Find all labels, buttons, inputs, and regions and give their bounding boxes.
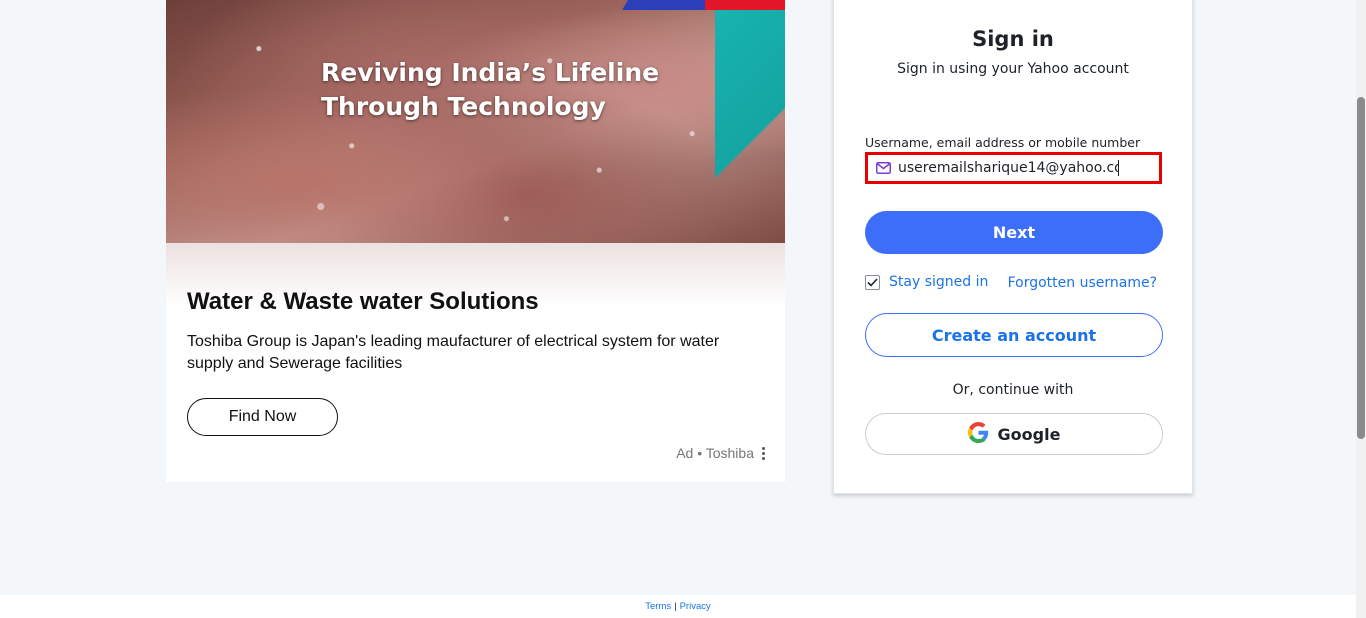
- footer: Terms | Privacy: [0, 595, 1356, 618]
- ad-sponsor-label: Ad • Toshiba: [676, 445, 754, 461]
- page-scrollbar[interactable]: [1356, 0, 1366, 618]
- ad-image-caption: Reviving India’s Lifeline Through Techno…: [321, 56, 659, 124]
- username-field[interactable]: [865, 152, 1162, 184]
- signin-title: Sign in: [972, 27, 1054, 51]
- teal-corner-decoration: [715, 10, 785, 243]
- username-input[interactable]: [898, 160, 1118, 176]
- forgot-username-link[interactable]: Forgotten username?: [1008, 275, 1157, 291]
- stay-signed-in-label[interactable]: Stay signed in: [889, 274, 988, 290]
- ad-image-caption-line2: Through Technology: [321, 92, 606, 121]
- footer-separator: |: [674, 601, 677, 612]
- privacy-link[interactable]: Privacy: [680, 601, 711, 612]
- ad-image-caption-line1: Reviving India’s Lifeline: [321, 58, 660, 87]
- mail-icon: [868, 162, 898, 174]
- stay-signed-in-toggle[interactable]: Stay signed in: [865, 274, 988, 290]
- ad-description: Toshiba Group is Japan's leading maufact…: [187, 333, 720, 372]
- username-field-label: Username, email address or mobile number: [865, 135, 1141, 150]
- find-now-button[interactable]: Find Now: [187, 398, 338, 436]
- google-logo-icon: [967, 421, 989, 447]
- continue-with-text: Or, continue with: [952, 382, 1074, 398]
- ad-image[interactable]: Reviving India’s Lifeline Through Techno…: [166, 0, 785, 243]
- blue-stripe-decoration: [622, 0, 718, 10]
- ad-card[interactable]: Reviving India’s Lifeline Through Techno…: [166, 0, 785, 482]
- next-button[interactable]: Next: [865, 211, 1163, 254]
- scrollbar-thumb[interactable]: [1357, 97, 1365, 439]
- google-button-label: Google: [997, 424, 1061, 444]
- google-signin-button[interactable]: Google: [865, 413, 1163, 455]
- signin-subtitle: Sign in using your Yahoo account: [897, 61, 1129, 77]
- check-icon: [867, 277, 878, 287]
- kebab-menu-icon[interactable]: [760, 446, 767, 460]
- stay-signed-in-checkbox[interactable]: [865, 274, 880, 290]
- create-account-button[interactable]: Create an account: [865, 313, 1163, 357]
- ad-headline[interactable]: Water & Waste water Solutions: [187, 288, 539, 316]
- signin-card: Sign in Sign in using your Yahoo account…: [833, 0, 1193, 494]
- ad-meta: Ad • Toshiba: [676, 445, 767, 461]
- text-caret: [1118, 160, 1119, 176]
- terms-link[interactable]: Terms: [645, 601, 671, 612]
- red-stripe-decoration: [705, 0, 785, 10]
